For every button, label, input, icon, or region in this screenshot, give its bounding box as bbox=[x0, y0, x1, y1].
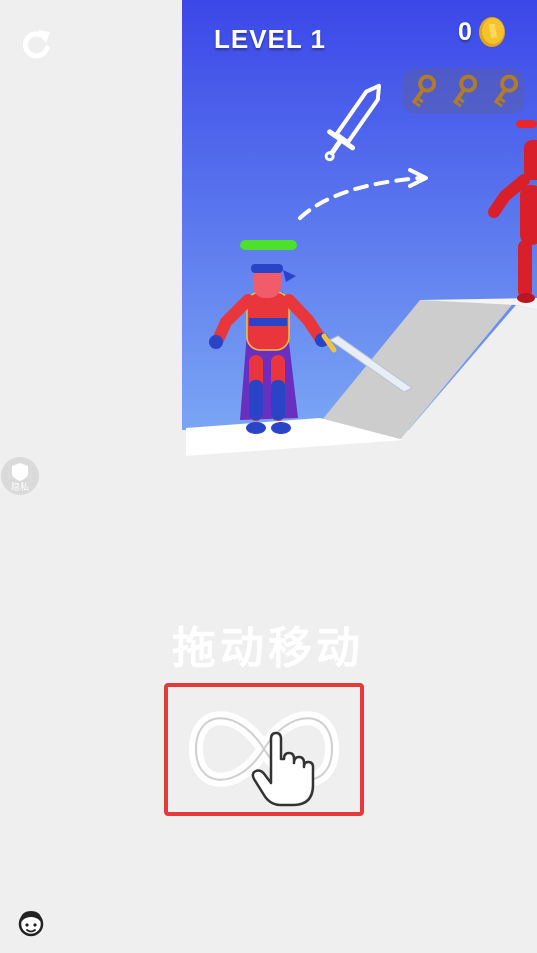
restart-icon bbox=[22, 30, 50, 59]
keys-panel bbox=[402, 68, 524, 114]
privacy-label: 隐私 bbox=[11, 481, 29, 493]
enemy-health-bar bbox=[516, 120, 537, 128]
customer-service-button[interactable] bbox=[14, 906, 48, 940]
tutorial-gesture-box bbox=[164, 683, 364, 816]
infinity-gesture-icon bbox=[189, 711, 339, 807]
drag-hint-text: 拖动移动 bbox=[172, 624, 364, 673]
privacy-button[interactable]: 隐私 bbox=[0, 456, 40, 496]
coin-count: 0 bbox=[458, 17, 472, 46]
key-icon bbox=[412, 74, 437, 108]
restart-button[interactable] bbox=[18, 26, 54, 62]
key-icon bbox=[493, 74, 518, 108]
player-health-bar bbox=[240, 240, 297, 250]
coin-counter: 0 bbox=[458, 14, 508, 50]
game-screen[interactable]: LEVEL 1 0 隐私 拖动移动 bbox=[0, 0, 537, 953]
support-agent-icon bbox=[18, 911, 44, 937]
level-title: LEVEL 1 bbox=[213, 24, 326, 54]
key-icon bbox=[452, 74, 477, 108]
left-wall bbox=[0, 0, 182, 460]
coin-icon bbox=[478, 17, 505, 47]
